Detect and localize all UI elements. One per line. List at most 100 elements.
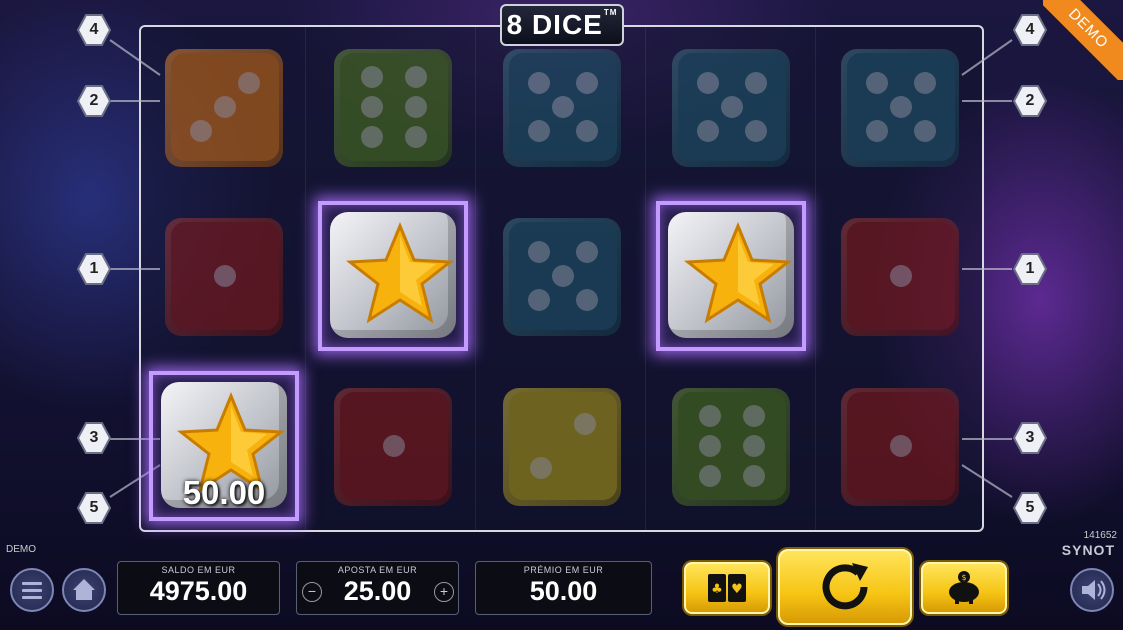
die-symbol-2 bbox=[503, 388, 621, 506]
payline-number: 3 bbox=[1025, 429, 1035, 446]
die-symbol-1 bbox=[165, 218, 283, 336]
die-pip bbox=[890, 96, 912, 118]
die-pip bbox=[530, 456, 553, 479]
die-pip bbox=[744, 119, 767, 142]
payline-badge-right-4[interactable]: 4 bbox=[1013, 13, 1047, 47]
die-pip bbox=[742, 465, 765, 488]
die-face bbox=[340, 392, 448, 500]
die-symbol-5 bbox=[672, 49, 790, 167]
die-symbol-1 bbox=[334, 388, 452, 506]
svg-text:$: $ bbox=[961, 573, 966, 582]
die-pip bbox=[866, 72, 889, 95]
die-pip bbox=[552, 265, 574, 287]
die-pip bbox=[913, 72, 936, 95]
gamble-button[interactable]: ♣ ♥ bbox=[684, 562, 770, 614]
svg-text:♥: ♥ bbox=[731, 582, 743, 597]
die-pip bbox=[913, 119, 936, 142]
die-pip bbox=[699, 435, 722, 457]
die-pip bbox=[697, 72, 720, 95]
die-pip bbox=[237, 72, 260, 95]
trademark: TM bbox=[603, 8, 618, 17]
payline-badge-left-3[interactable]: 3 bbox=[77, 421, 111, 455]
die-pip bbox=[383, 435, 405, 457]
payline-badge-left-1[interactable]: 1 bbox=[77, 252, 111, 286]
die-pip bbox=[404, 65, 427, 88]
die-pip bbox=[699, 465, 722, 488]
payline-number: 2 bbox=[1025, 92, 1035, 109]
payline-badge-right-1[interactable]: 1 bbox=[1013, 252, 1047, 286]
prize-panel: PRÉMIO EM EUR 50.00 bbox=[475, 561, 652, 615]
payline-number: 1 bbox=[1025, 260, 1035, 277]
die-pip bbox=[528, 119, 551, 142]
die-symbol-3 bbox=[165, 49, 283, 167]
die-face bbox=[340, 53, 448, 161]
balance-value: 4975.00 bbox=[149, 576, 248, 606]
die-pip bbox=[404, 126, 427, 149]
die-pip bbox=[575, 119, 598, 142]
spin-icon bbox=[822, 563, 868, 610]
payline-badge-right-5[interactable]: 5 bbox=[1013, 491, 1047, 525]
payline-badge-left-5[interactable]: 5 bbox=[77, 491, 111, 525]
win-amount: 50.00 bbox=[182, 474, 266, 511]
die-pip bbox=[742, 404, 765, 427]
plus-icon: + bbox=[439, 583, 449, 599]
bet-increase-button[interactable]: + bbox=[434, 582, 454, 602]
die-pip bbox=[721, 96, 743, 118]
die-pip bbox=[552, 96, 574, 118]
piggy-bank-icon: $ bbox=[949, 571, 979, 604]
die-pip bbox=[190, 119, 213, 142]
demo-label: DEMO bbox=[6, 544, 36, 555]
payline-number: 3 bbox=[89, 429, 99, 446]
balance-panel: SALDO EM EUR 4975.00 bbox=[117, 561, 280, 615]
die-pip bbox=[575, 72, 598, 95]
die-face bbox=[509, 222, 617, 330]
die-pip bbox=[866, 119, 889, 142]
autoplay-button[interactable]: $ bbox=[921, 562, 1007, 614]
star-symbol bbox=[330, 212, 456, 338]
cards-icon: ♣ ♥ bbox=[708, 574, 746, 602]
payline-number: 5 bbox=[1025, 499, 1035, 516]
payline-badge-right-2[interactable]: 2 bbox=[1013, 84, 1047, 118]
prize-value: 50.00 bbox=[529, 576, 598, 606]
game-title: 8 DICE bbox=[506, 9, 603, 40]
payline-number: 5 bbox=[89, 499, 99, 516]
die-symbol-1 bbox=[841, 218, 959, 336]
payline-number: 4 bbox=[89, 21, 99, 38]
die-face bbox=[847, 222, 955, 330]
payline-number: 2 bbox=[89, 92, 99, 109]
die-face bbox=[509, 53, 617, 161]
brand-logo: SYNOT bbox=[1061, 542, 1115, 558]
speaker-icon bbox=[1082, 580, 1106, 600]
star-symbol bbox=[668, 212, 794, 338]
minus-icon: − bbox=[307, 583, 317, 599]
die-pip bbox=[361, 126, 384, 149]
die-pip bbox=[528, 288, 551, 311]
die-pip bbox=[575, 288, 598, 311]
die-symbol-5 bbox=[841, 49, 959, 167]
die-face bbox=[847, 392, 955, 500]
prize-label: PRÉMIO EM EUR bbox=[523, 565, 604, 575]
menu-icon bbox=[22, 582, 42, 599]
die-face bbox=[171, 222, 279, 330]
payline-badge-left-2[interactable]: 2 bbox=[77, 84, 111, 118]
die-pip bbox=[528, 72, 551, 95]
home-button[interactable] bbox=[62, 568, 106, 612]
payline-badge-left-4[interactable]: 4 bbox=[77, 13, 111, 47]
die-symbol-6 bbox=[334, 49, 452, 167]
payline-badge-right-3[interactable]: 3 bbox=[1013, 421, 1047, 455]
die-face bbox=[509, 392, 617, 500]
bet-decrease-button[interactable]: − bbox=[302, 582, 322, 602]
die-symbol-1 bbox=[841, 388, 959, 506]
die-symbol-6 bbox=[672, 388, 790, 506]
die-pip bbox=[890, 435, 912, 457]
die-pip bbox=[699, 404, 722, 427]
die-pip bbox=[744, 72, 767, 95]
sound-button[interactable] bbox=[1070, 568, 1114, 612]
menu-button[interactable] bbox=[10, 568, 54, 612]
die-pip bbox=[890, 265, 912, 287]
spin-button[interactable] bbox=[778, 549, 912, 625]
demo-ribbon-wrap: DEMO bbox=[1043, 0, 1123, 80]
die-face bbox=[171, 53, 279, 161]
die-pip bbox=[742, 435, 765, 457]
game-logo: 8 DICETM bbox=[500, 4, 624, 46]
